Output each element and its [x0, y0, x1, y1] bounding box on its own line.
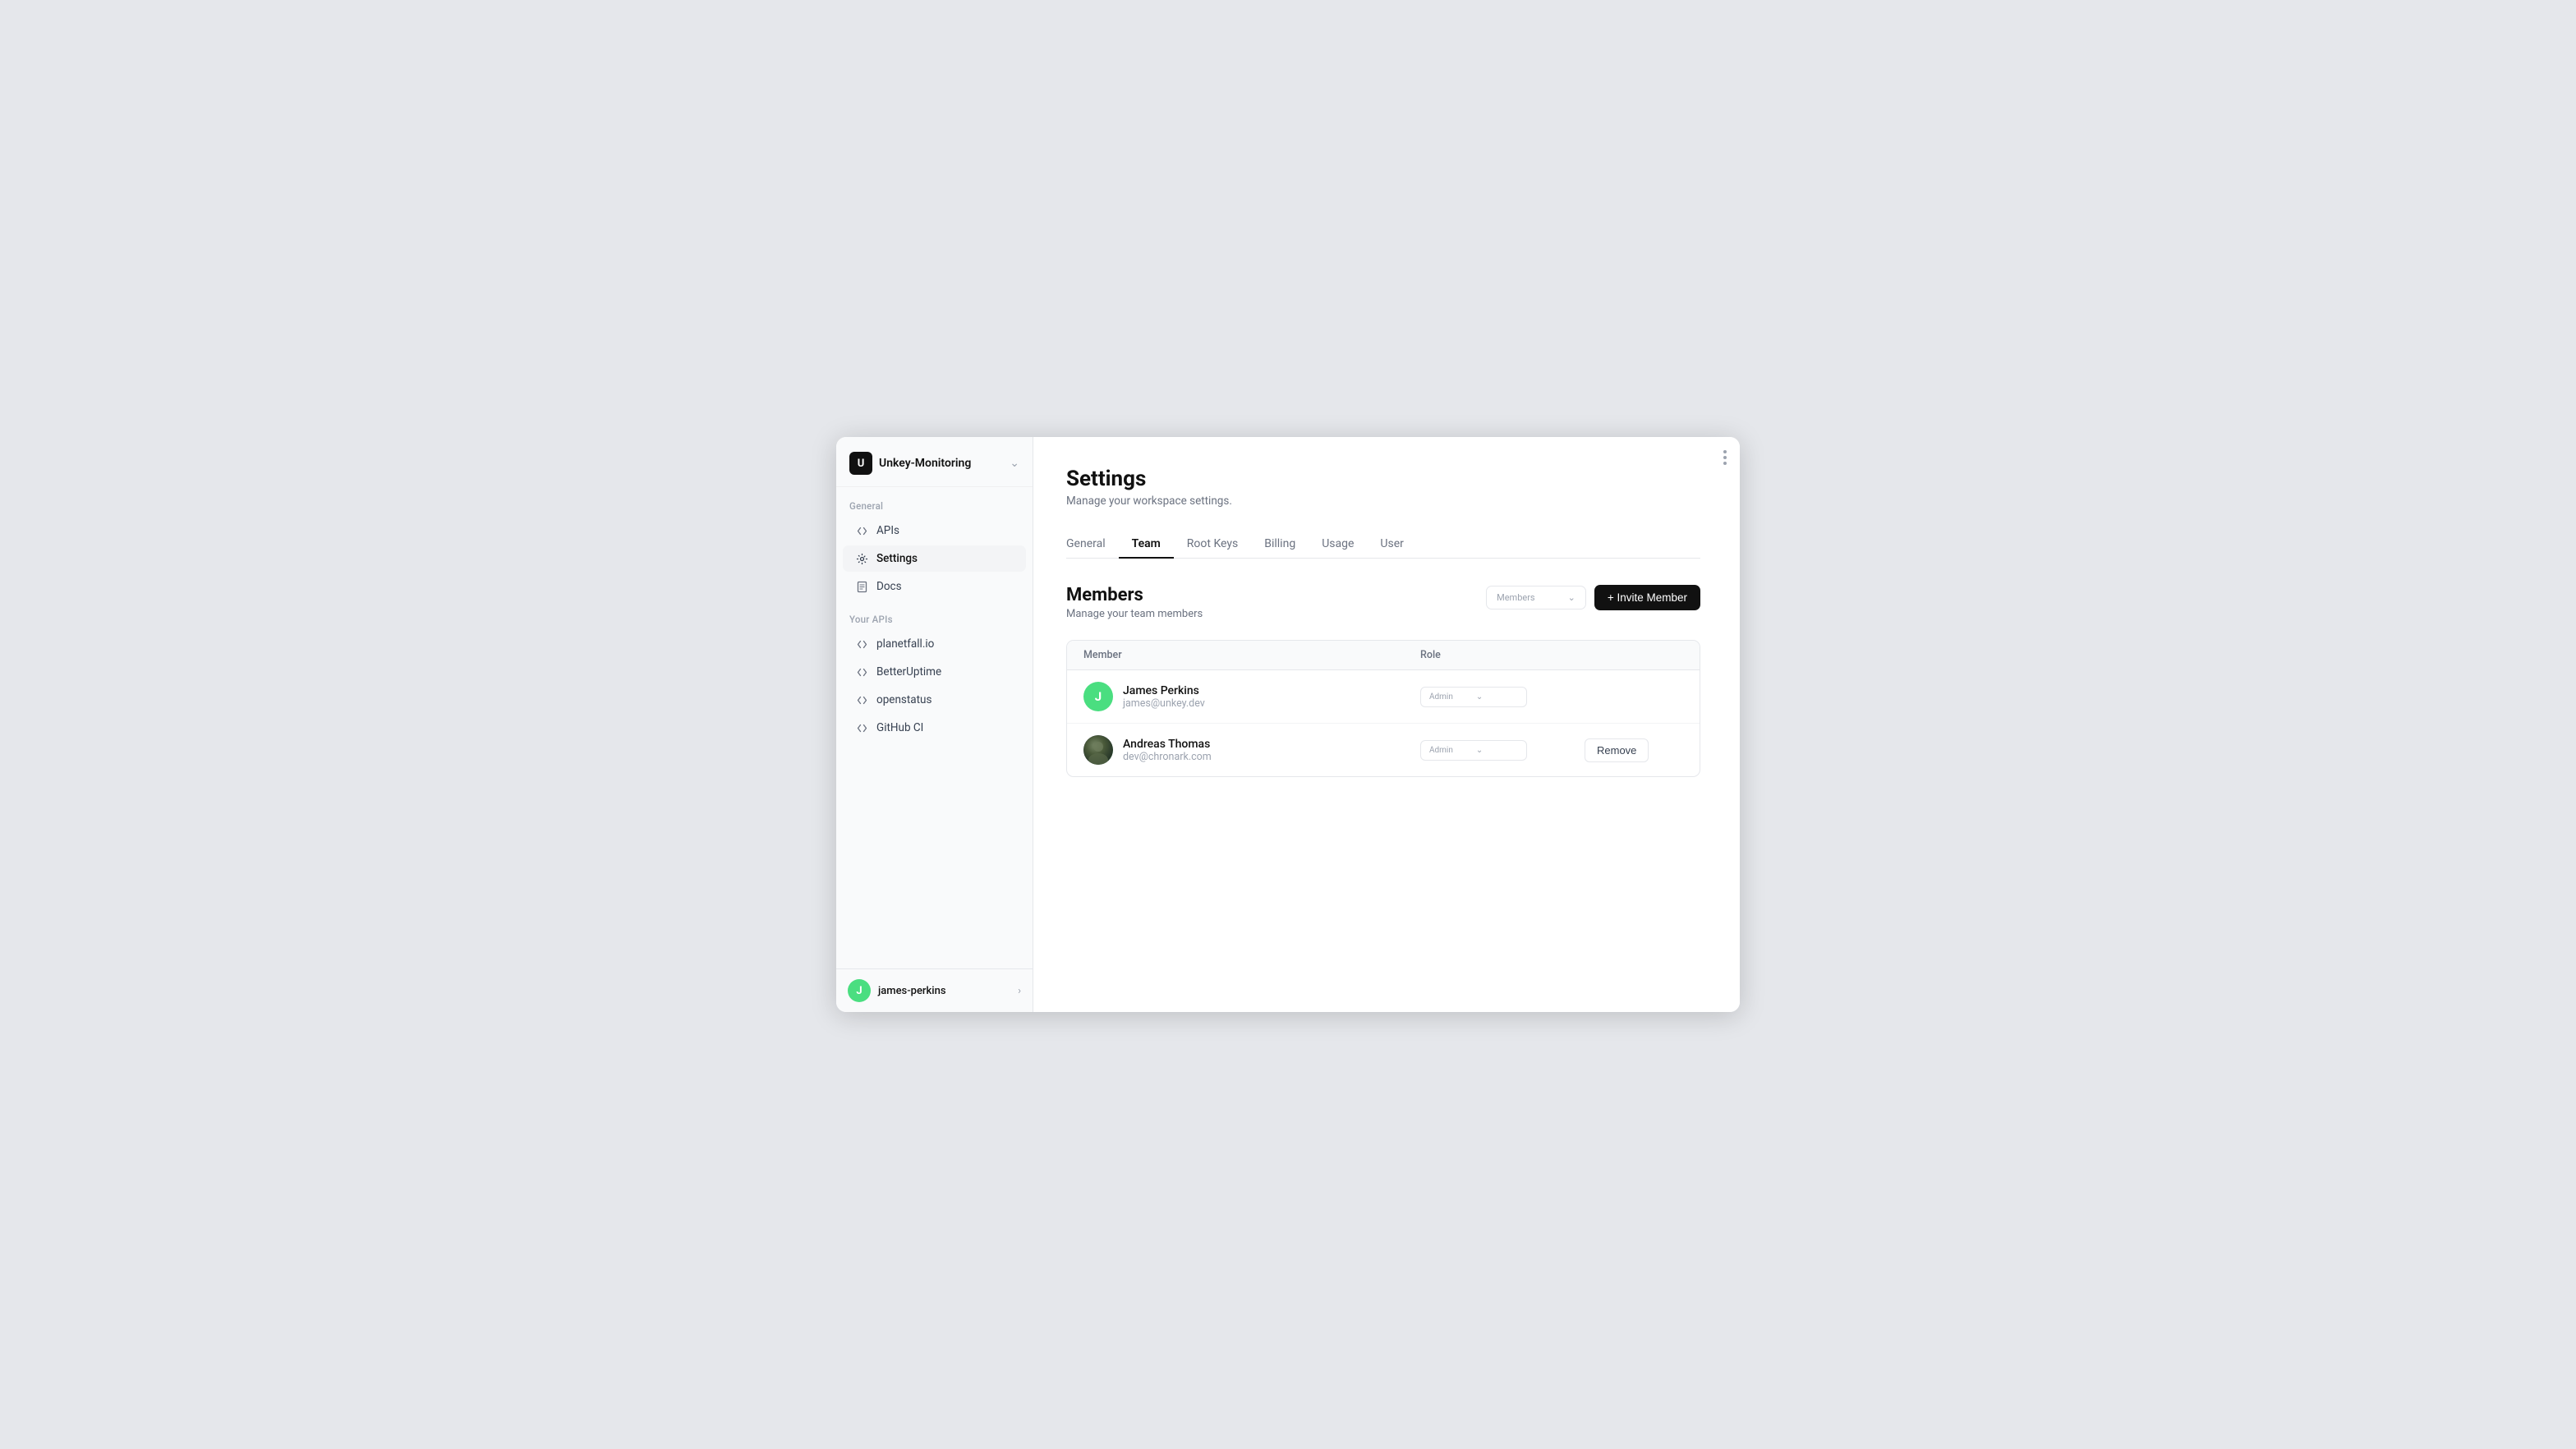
main-content: Settings Manage your workspace settings.…	[1033, 437, 1740, 1012]
role-cell-andreas: Admin ⌄	[1420, 740, 1585, 761]
app-window: U Unkey-Monitoring ⌄ General APIs Settin…	[836, 437, 1740, 1012]
members-subtitle: Manage your team members	[1066, 608, 1203, 620]
sidebar-item-planetfall-label: planetfall.io	[876, 637, 934, 651]
table-header: Member Role	[1067, 641, 1700, 670]
tabs: General Team Root Keys Billing Usage Use…	[1066, 531, 1700, 559]
col-member: Member	[1083, 649, 1420, 661]
workspace-icon: U	[849, 452, 872, 475]
sidebar-item-betteruptime[interactable]: BetterUptime	[843, 659, 1026, 685]
sidebar-item-githubci[interactable]: GitHub CI	[843, 715, 1026, 741]
member-info-andreas: Andreas Thomas dev@chronark.com	[1123, 738, 1212, 763]
general-section-label: General	[836, 487, 1033, 517]
member-info-james: James Perkins james@unkey.dev	[1123, 684, 1205, 710]
member-email-james: james@unkey.dev	[1123, 697, 1205, 710]
sidebar-item-githubci-label: GitHub CI	[876, 721, 923, 734]
table-row: Andreas Thomas dev@chronark.com Admin ⌄ …	[1067, 724, 1700, 776]
avatar-james: J	[1083, 682, 1113, 711]
code-icon-3	[854, 665, 869, 679]
avatar: J	[848, 979, 871, 1002]
sidebar-item-apis-label: APIs	[876, 524, 899, 537]
role-select-andreas[interactable]: Admin ⌄	[1420, 740, 1527, 761]
tab-general[interactable]: General	[1066, 531, 1119, 559]
table-row: J James Perkins james@unkey.dev Admin ⌄	[1067, 670, 1700, 724]
code-icon-4	[854, 692, 869, 707]
member-name-andreas: Andreas Thomas	[1123, 738, 1212, 751]
tab-usage[interactable]: Usage	[1309, 531, 1367, 559]
col-actions	[1585, 649, 1683, 661]
invite-member-button[interactable]: + Invite Member	[1594, 585, 1700, 610]
members-actions: Members ⌄ + Invite Member	[1486, 585, 1700, 610]
code-icon-2	[854, 637, 869, 651]
sidebar: U Unkey-Monitoring ⌄ General APIs Settin…	[836, 437, 1033, 1012]
member-name-james: James Perkins	[1123, 684, 1205, 697]
footer-user-info: J james-perkins	[848, 979, 946, 1002]
actions-cell-andreas: Remove	[1585, 738, 1683, 762]
dot-2	[1723, 456, 1727, 459]
page-title: Settings	[1066, 467, 1700, 491]
members-header: Members Manage your team members Members…	[1066, 585, 1700, 620]
footer-username: james-perkins	[878, 985, 946, 997]
sidebar-item-openstatus-label: openstatus	[876, 693, 932, 706]
sidebar-item-docs-label: Docs	[876, 580, 902, 593]
tab-root-keys[interactable]: Root Keys	[1174, 531, 1251, 559]
members-title-group: Members Manage your team members	[1066, 585, 1203, 620]
sidebar-item-openstatus[interactable]: openstatus	[843, 687, 1026, 713]
dot-1	[1723, 450, 1727, 453]
chevron-down-icon: ⌄	[1568, 592, 1576, 603]
col-role: Role	[1420, 649, 1585, 661]
sidebar-item-betteruptime-label: BetterUptime	[876, 665, 941, 678]
member-cell-andreas: Andreas Thomas dev@chronark.com	[1083, 735, 1420, 765]
workspace-info: U Unkey-Monitoring	[849, 452, 971, 475]
page-subtitle: Manage your workspace settings.	[1066, 494, 1700, 508]
members-table: Member Role J James Perkins james@unkey.…	[1066, 640, 1700, 777]
members-title: Members	[1066, 585, 1203, 605]
window-menu-dots[interactable]	[1723, 450, 1727, 465]
sidebar-item-docs[interactable]: Docs	[843, 573, 1026, 600]
sidebar-item-settings-label: Settings	[876, 552, 918, 565]
gear-icon	[854, 551, 869, 566]
sidebar-header[interactable]: U Unkey-Monitoring ⌄	[836, 437, 1033, 487]
sidebar-item-apis[interactable]: APIs	[843, 518, 1026, 544]
sidebar-item-settings[interactable]: Settings	[843, 545, 1026, 572]
role-label-andreas: Admin	[1429, 746, 1453, 755]
members-filter-label: Members	[1497, 592, 1535, 603]
chevron-down-icon-role-james: ⌄	[1476, 692, 1483, 702]
tab-billing[interactable]: Billing	[1251, 531, 1309, 559]
footer-chevron-icon: ›	[1018, 985, 1021, 997]
tab-user[interactable]: User	[1367, 531, 1416, 559]
dot-3	[1723, 462, 1727, 465]
avatar-andreas	[1083, 735, 1113, 765]
chevron-down-icon-role-andreas: ⌄	[1476, 746, 1483, 755]
tab-team[interactable]: Team	[1119, 531, 1174, 559]
role-cell-james: Admin ⌄	[1420, 687, 1585, 707]
sidebar-footer-user[interactable]: J james-perkins ›	[836, 968, 1033, 1012]
remove-button-andreas[interactable]: Remove	[1585, 738, 1649, 762]
sidebar-item-planetfall[interactable]: planetfall.io	[843, 631, 1026, 657]
role-label-james: Admin	[1429, 692, 1453, 702]
role-select-james[interactable]: Admin ⌄	[1420, 687, 1527, 707]
book-icon	[854, 579, 869, 594]
member-cell-james: J James Perkins james@unkey.dev	[1083, 682, 1420, 711]
code-icon	[854, 523, 869, 538]
workspace-chevron-icon[interactable]: ⌄	[1010, 457, 1019, 470]
member-email-andreas: dev@chronark.com	[1123, 751, 1212, 763]
members-filter-dropdown[interactable]: Members ⌄	[1486, 586, 1586, 610]
your-apis-section-label: Your APIs	[836, 600, 1033, 630]
code-icon-5	[854, 720, 869, 735]
workspace-name: Unkey-Monitoring	[879, 457, 971, 470]
